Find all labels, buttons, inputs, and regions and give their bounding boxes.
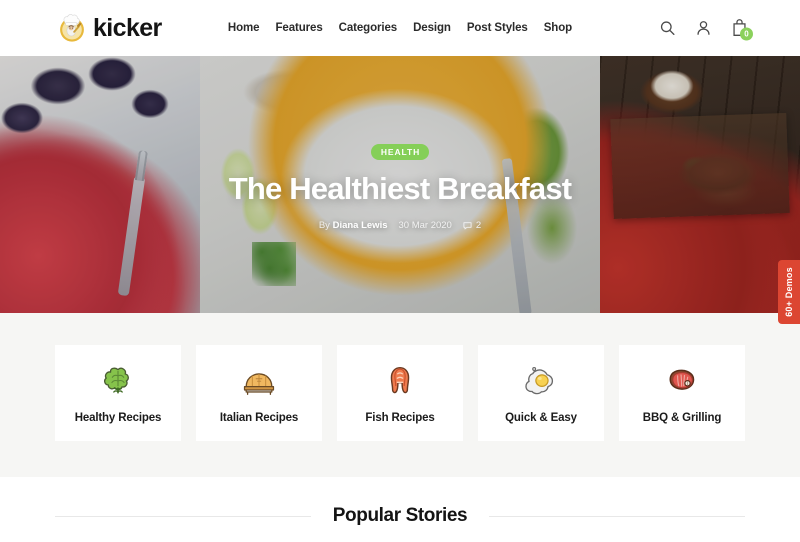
category-card-bbq-grilling[interactable]: BBQ & Grilling [619,345,745,441]
nav-item-features[interactable]: Features [275,22,322,34]
hero-author[interactable]: Diana Lewis [333,220,388,231]
hero-date: 30 Mar 2020 [398,220,452,232]
hero-title[interactable]: The Healthiest Breakfast [229,171,572,207]
hero-slide-pancakes-berries[interactable] [0,56,200,313]
demos-side-tab-label: 60+ Demos [784,267,795,317]
hero-meta: By Diana Lewis 30 Mar 2020 2 [319,220,481,231]
nav-item-post-styles[interactable]: Post Styles [467,22,528,34]
by-label: By [318,220,330,232]
popular-stories-title: Popular Stories [332,505,468,526]
divider-right [489,515,745,517]
page-root: kicker Home Features Categories Design P… [0,0,800,542]
category-card-fish-recipes[interactable]: Fish Recipes [337,345,463,441]
hero-caption: HEALTH The Healthiest Breakfast By Diana… [200,56,600,313]
nav-item-categories[interactable]: Categories [339,22,398,34]
nav-item-shop[interactable]: Shop [544,22,572,34]
category-card-healthy-recipes[interactable]: Healthy Recipes [55,345,181,441]
brand-name: kicker [93,13,162,42]
category-label: Healthy Recipes [74,412,162,424]
nav-item-design[interactable]: Design [413,22,451,34]
hero-category-badge[interactable]: HEALTH [370,143,430,160]
search-icon[interactable] [659,20,676,37]
nav-item-home[interactable]: Home [228,22,260,34]
slide-overlay-left [0,56,200,313]
category-label: BBQ & Grilling [642,412,722,424]
lettuce-icon [99,362,137,400]
category-cards-section: Healthy Recipes Italian Recipes Fish Rec… [0,313,800,477]
salmon-steak-icon [381,362,419,400]
popular-stories-section: Popular Stories [0,477,800,542]
comment-icon [463,221,472,230]
hero-comments[interactable]: 2 [463,220,481,231]
site-header: kicker Home Features Categories Design P… [0,0,800,56]
main-navigation: Home Features Categories Design Post Sty… [228,22,572,34]
hero-slider: HEALTH The Healthiest Breakfast By Diana… [0,56,800,313]
user-icon[interactable] [695,20,712,37]
popular-stories-header: Popular Stories [0,505,800,527]
brand-logo[interactable]: kicker [55,11,162,45]
steak-icon [663,362,701,400]
shopping-bag-icon[interactable]: 0 [731,19,753,41]
divider-left [55,515,311,517]
chef-mascot-icon [55,11,89,45]
demos-side-tab[interactable]: 60+ Demos [778,260,800,324]
category-label: Italian Recipes [219,412,299,424]
slide-overlay-right [600,56,800,313]
cart-count-badge: 0 [740,27,753,41]
category-label: Quick & Easy [505,412,577,424]
category-card-italian-recipes[interactable]: Italian Recipes [196,345,322,441]
category-cards-row: Healthy Recipes Italian Recipes Fish Rec… [55,345,745,441]
category-label: Fish Recipes [365,412,435,424]
header-actions: 0 [659,19,753,41]
pie-icon [240,362,278,400]
comment-count: 2 [475,220,482,232]
hero-author-line: By Diana Lewis [319,220,388,231]
fried-egg-icon [522,362,560,400]
category-card-quick-easy[interactable]: Quick & Easy [478,345,604,441]
hero-slide-bbq-meat[interactable] [600,56,800,313]
